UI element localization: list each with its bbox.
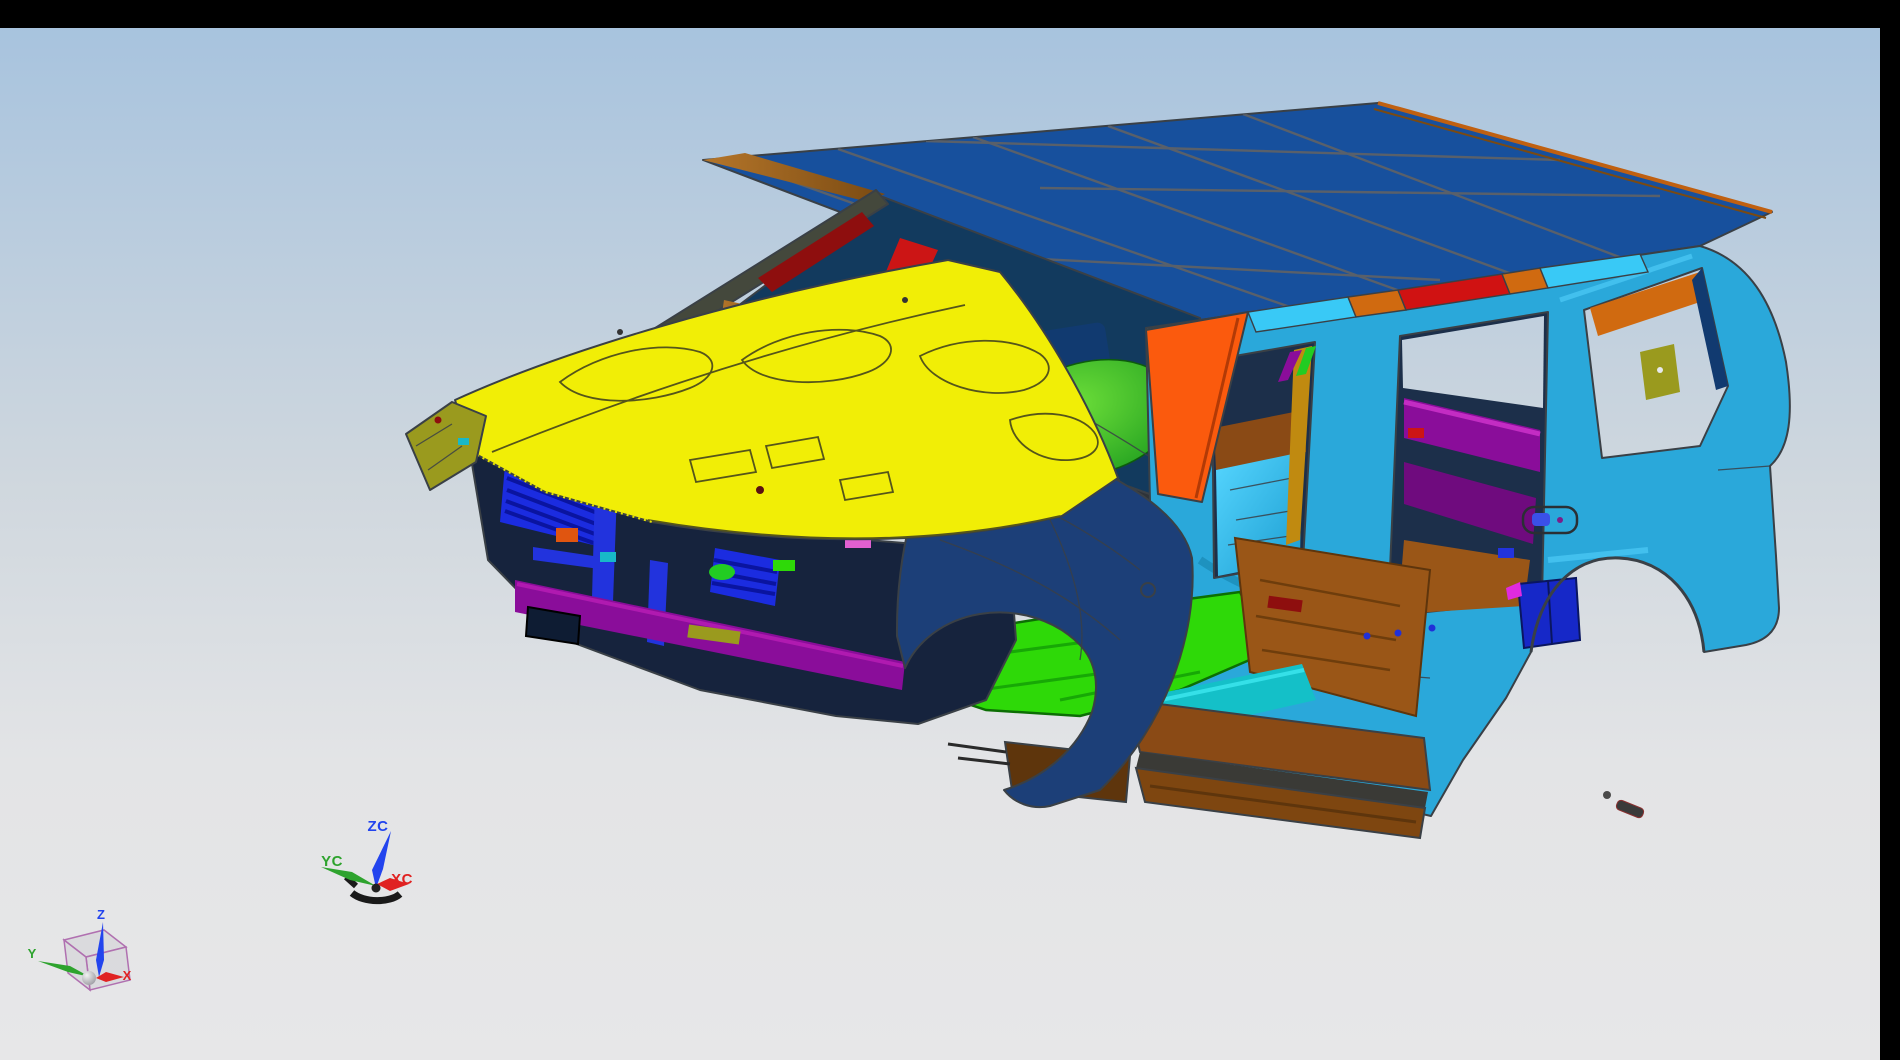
- blue-bit: [1498, 548, 1514, 558]
- datum-csys[interactable]: Z Y X: [28, 907, 132, 990]
- car-body-model[interactable]: [406, 103, 1790, 838]
- wcs-origin-ball[interactable]: [372, 884, 381, 893]
- door-handle-latch: [1532, 513, 1550, 526]
- hood-hole: [902, 297, 908, 303]
- bracket-hole: [1657, 367, 1663, 373]
- clip-green-bit: [773, 560, 795, 571]
- wcs-y-label: YC: [321, 853, 343, 870]
- wcs-triad[interactable]: ZC YC XC: [321, 818, 413, 901]
- wcs-rotate-handle[interactable]: [352, 893, 400, 901]
- wcs-x-label: XC: [391, 871, 413, 888]
- clip-orange-bit: [556, 528, 578, 542]
- body-plug: [1429, 625, 1436, 632]
- datum-x-label: X: [123, 968, 132, 983]
- clip-cyan-bit: [600, 552, 616, 562]
- graphics-viewport[interactable]: ZC YC XC Z Y X: [0, 0, 1900, 1060]
- datum-origin-ball[interactable]: [82, 971, 96, 985]
- graphics-canvas[interactable]: ZC YC XC Z Y X: [0, 0, 1900, 1060]
- tip-teal-bit: [458, 438, 469, 445]
- ground-debris: [1603, 791, 1645, 819]
- clip-green-oval: [709, 564, 735, 580]
- hood-hole: [617, 329, 623, 335]
- top-bar: [0, 0, 1900, 28]
- body-plug: [1395, 630, 1402, 637]
- body-plug: [1364, 633, 1371, 640]
- right-edge-bar: [1880, 0, 1900, 1060]
- door-handle-dot: [1557, 517, 1563, 523]
- hood-latch-dot: [756, 486, 764, 494]
- datum-y-label: Y: [28, 946, 37, 961]
- cad-application-window: ZC YC XC Z Y X: [0, 0, 1900, 1060]
- board-bracket-rod: [948, 744, 1006, 752]
- wcs-z-label: ZC: [368, 818, 389, 835]
- datum-z-label: Z: [97, 907, 105, 922]
- tip-red-dot: [435, 417, 442, 424]
- red-bit: [1408, 428, 1424, 438]
- board-bracket-rod: [958, 758, 1010, 764]
